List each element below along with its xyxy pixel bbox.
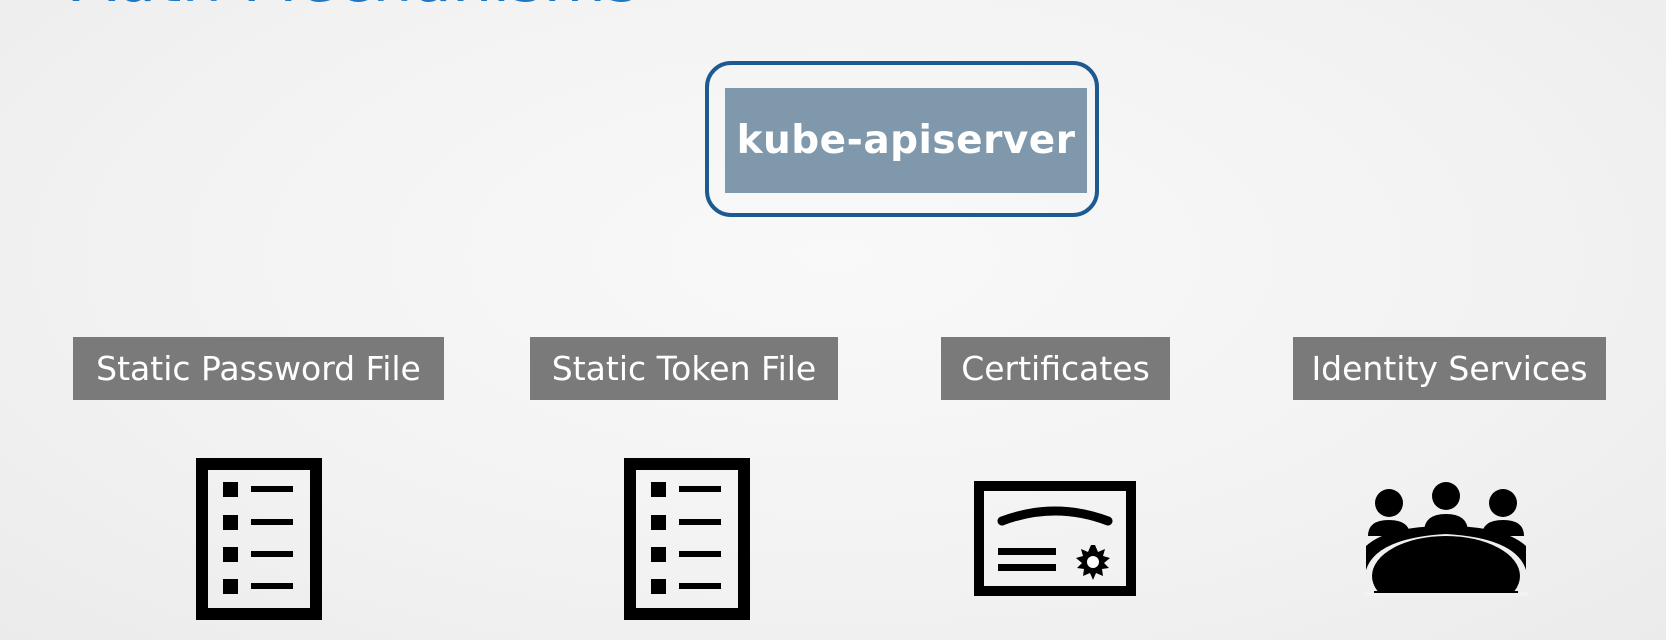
static-password-file-label: Static Password File bbox=[73, 337, 444, 400]
list-document-icon bbox=[196, 458, 322, 620]
group-meeting-icon bbox=[1364, 482, 1528, 596]
static-token-file-label: Static Token File bbox=[530, 337, 838, 400]
identity-services-label: Identity Services bbox=[1293, 337, 1606, 400]
certificate-icon bbox=[974, 481, 1136, 596]
kube-apiserver-label: kube-apiserver bbox=[736, 118, 1076, 163]
list-document-icon bbox=[624, 458, 750, 620]
kube-apiserver-fill: kube-apiserver bbox=[725, 88, 1087, 193]
slide-title: Auth Mechanisms bbox=[72, 0, 639, 12]
kube-apiserver-box: kube-apiserver bbox=[705, 61, 1099, 217]
certificates-label: Certificates bbox=[941, 337, 1170, 400]
